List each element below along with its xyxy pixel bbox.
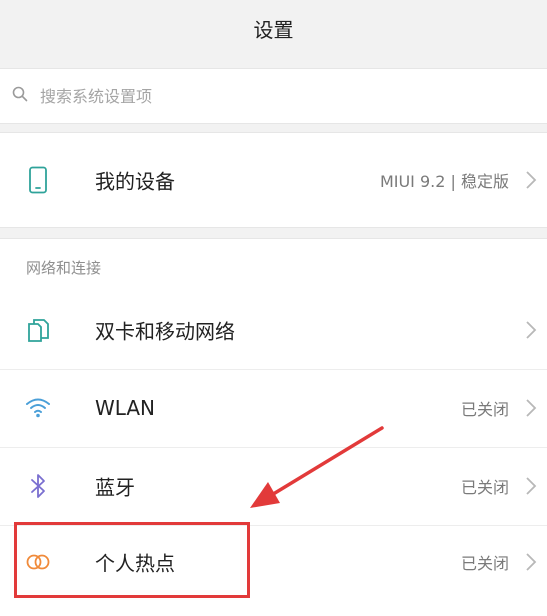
wlan-item[interactable]: WLAN 已关闭	[0, 369, 547, 447]
search-bar[interactable]	[0, 68, 547, 124]
bluetooth-status-value: 已关闭	[460, 478, 509, 497]
hotspot-icon	[24, 548, 52, 576]
page-title: 设置	[253, 17, 294, 42]
sim-mobile-network-item[interactable]: 双卡和移动网络	[0, 291, 547, 369]
miui-version-value: MIUI 9.2 | 稳定版	[379, 172, 509, 191]
bluetooth-item[interactable]: 蓝牙 已关闭	[0, 447, 547, 525]
network-connection-card: 网络和连接 双卡和移动网络 WLAN 已关闭 蓝牙 已关闭 个人热点 已关闭	[0, 238, 547, 616]
chevron-right-icon	[523, 318, 539, 342]
chevron-right-icon	[523, 168, 539, 192]
section-title-network: 网络和连接	[26, 259, 102, 277]
wlan-label: WLAN	[95, 396, 156, 420]
search-input[interactable]	[38, 85, 522, 107]
bluetooth-label: 蓝牙	[95, 475, 135, 500]
my-device-card: 我的设备 MIUI 9.2 | 稳定版	[0, 132, 547, 228]
sim-card-icon	[24, 316, 52, 344]
bluetooth-icon	[24, 472, 52, 500]
personal-hotspot-label: 个人热点	[95, 551, 175, 576]
settings-header: 设置	[0, 0, 547, 56]
phone-icon	[24, 166, 52, 194]
personal-hotspot-item[interactable]: 个人热点 已关闭	[0, 523, 547, 601]
personal-hotspot-status-value: 已关闭	[460, 554, 509, 573]
sim-mobile-network-label: 双卡和移动网络	[95, 319, 235, 344]
wlan-status-value: 已关闭	[460, 400, 509, 419]
search-icon	[12, 86, 28, 106]
chevron-right-icon	[523, 474, 539, 498]
my-device-label: 我的设备	[95, 169, 175, 194]
wifi-icon	[24, 394, 52, 422]
chevron-right-icon	[523, 550, 539, 574]
my-device-item[interactable]: 我的设备 MIUI 9.2 | 稳定版	[0, 141, 547, 219]
chevron-right-icon	[523, 396, 539, 420]
